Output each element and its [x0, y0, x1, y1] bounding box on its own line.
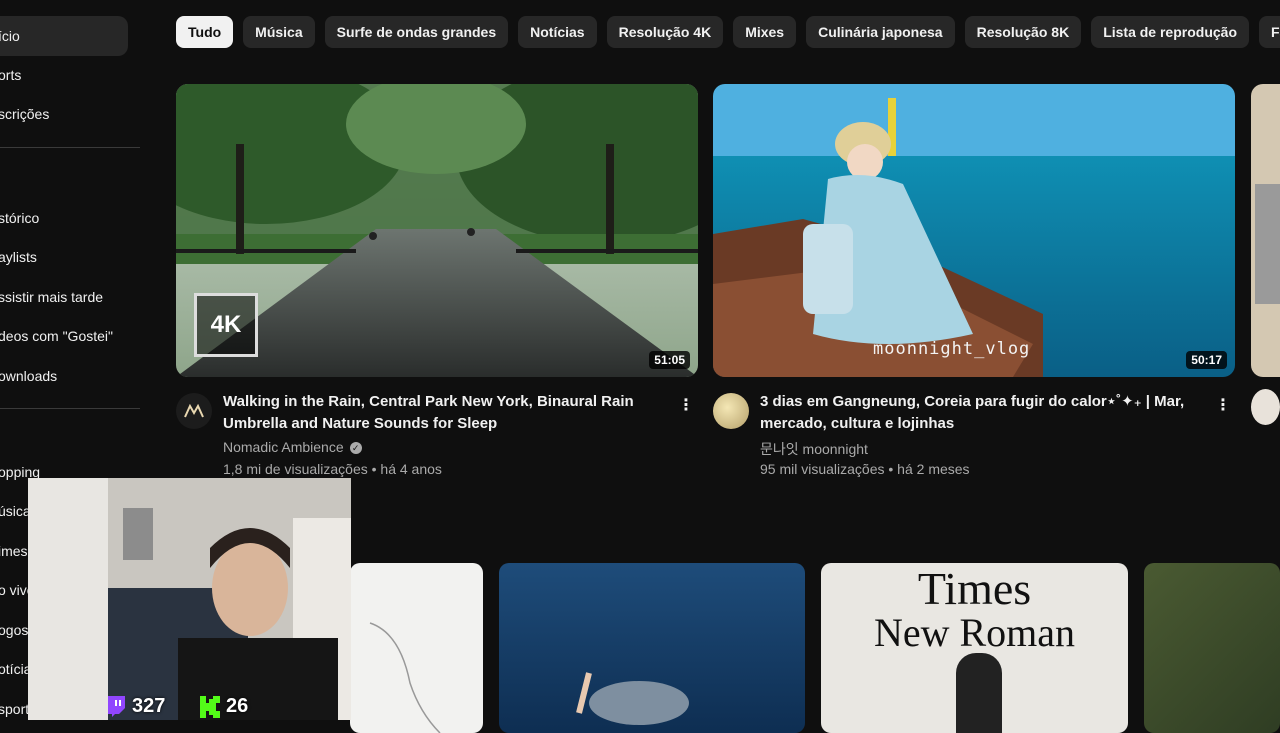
sidebar-divider: [0, 147, 140, 148]
sidebar-item-downloads[interactable]: ownloads: [0, 356, 128, 396]
channel-name-text: Nomadic Ambience: [223, 439, 344, 455]
video-thumbnail-partial[interactable]: [1251, 84, 1280, 377]
badge-4k: 4K: [194, 293, 258, 357]
sidebar-item-label: úsica: [0, 503, 31, 519]
sidebar-item-label: ssistir mais tarde: [0, 289, 104, 305]
thumbnail-text-line: Times: [917, 563, 1032, 614]
chip-noticias[interactable]: Notícias: [518, 16, 597, 48]
sidebar-item-label: imes: [0, 543, 28, 559]
video-stats: 1,8 mi de visualizações • há 4 anos: [223, 461, 442, 477]
sidebar-item-label: ownloads: [0, 368, 58, 384]
video-thumbnail[interactable]: 4K 51:05: [176, 84, 698, 377]
kick-viewers-value: 26: [226, 695, 249, 717]
sidebar-item-label: ogos: [0, 622, 29, 638]
chip-resolucao-4k[interactable]: Resolução 4K: [606, 16, 724, 48]
channel-name[interactable]: Nomadic Ambience ✓: [223, 439, 362, 455]
more-options-icon[interactable]: ⋮: [678, 395, 694, 415]
sidebar-item-label: deos com "Gostei": [0, 328, 113, 344]
sidebar-divider: [0, 408, 140, 409]
thumbnail-figure: [956, 653, 1002, 733]
chip-lista-reproducao[interactable]: Lista de reprodução: [1091, 16, 1249, 48]
sidebar-item-videos-gostei[interactable]: deos com "Gostei": [0, 316, 128, 356]
thumbnail-image: [713, 84, 1235, 377]
video-thumbnail[interactable]: moonnight_vlog 50:17: [713, 84, 1235, 377]
filter-chips-bar: Tudo Música Surfe de ondas grandes Notícias…: [176, 16, 1280, 48]
webcam-overlay: 327 26: [28, 478, 351, 720]
sidebar-item-shorts[interactable]: orts: [0, 55, 128, 95]
sidebar-item-label: orts: [0, 67, 22, 83]
thumbnail-text-line: New Roman: [873, 610, 1076, 655]
chip-mixes[interactable]: Mixes: [733, 16, 797, 48]
sidebar-item-label: otícia: [0, 661, 32, 677]
video-duration: 51:05: [649, 351, 690, 369]
video-card[interactable]: 4K 51:05 Walking in the Rain, Central Pa…: [176, 84, 698, 479]
video-stats: 95 mil visualizações • há 2 meses: [760, 461, 970, 477]
thumbnail-watermark: moonnight_vlog: [873, 339, 1031, 359]
sidebar-item-label: ício: [0, 28, 20, 44]
sidebar-item-label: stórico: [0, 210, 40, 226]
twitch-viewer-count: 327: [106, 695, 165, 718]
sidebar-item-label: scrições: [0, 106, 50, 122]
chip-surfe[interactable]: Surfe de ondas grandes: [324, 16, 509, 48]
verified-icon: ✓: [349, 442, 362, 455]
sidebar-item-historico[interactable]: stórico: [0, 198, 128, 238]
kick-icon: [200, 695, 220, 718]
video-thumbnail[interactable]: [499, 563, 805, 733]
thumbnail-title: Times New Roman: [821, 563, 1128, 653]
chip-culinaria-japonesa[interactable]: Culinária japonesa: [806, 16, 955, 48]
twitch-icon: [108, 695, 125, 717]
video-thumbnail[interactable]: Times New Roman: [821, 563, 1128, 733]
twitch-viewers-value: 327: [132, 695, 166, 717]
chip-resolucao-8k[interactable]: Resolução 8K: [964, 16, 1082, 48]
chip-fantasia[interactable]: Fantasia: [1259, 16, 1280, 48]
sidebar-item-label: aylists: [0, 249, 37, 265]
sidebar-item-inicio[interactable]: ício: [0, 16, 128, 56]
sidebar-item-playlists[interactable]: aylists: [0, 237, 128, 277]
thumbnail-image: [576, 672, 689, 725]
video-title[interactable]: 3 dias em Gangneung, Coreia para fugir d…: [760, 391, 1200, 435]
sidebar-item-inscricoes[interactable]: scrições: [0, 94, 128, 134]
sidebar-item-assistir-mais-tarde[interactable]: ssistir mais tarde: [0, 277, 128, 317]
channel-avatar[interactable]: [713, 393, 749, 429]
thumbnail-image: [369, 622, 441, 733]
webcam-image: [28, 478, 351, 720]
video-thumbnail[interactable]: [350, 563, 483, 733]
chip-musica[interactable]: Música: [243, 16, 315, 48]
channel-name[interactable]: 문나잇 moonnight: [760, 439, 868, 459]
kick-viewer-count: 26: [200, 695, 248, 718]
channel-logo-icon: [184, 404, 204, 418]
video-duration: 50:17: [1186, 351, 1227, 369]
channel-avatar[interactable]: [176, 393, 212, 429]
video-title[interactable]: Walking in the Rain, Central Park New Yo…: [223, 391, 663, 435]
channel-avatar[interactable]: [1251, 389, 1280, 425]
chip-tudo[interactable]: Tudo: [176, 16, 234, 48]
video-card[interactable]: moonnight_vlog 50:17 3 dias em Gangneung…: [713, 84, 1235, 479]
more-options-icon[interactable]: ⋮: [1215, 395, 1231, 415]
video-thumbnail[interactable]: [1144, 563, 1280, 733]
